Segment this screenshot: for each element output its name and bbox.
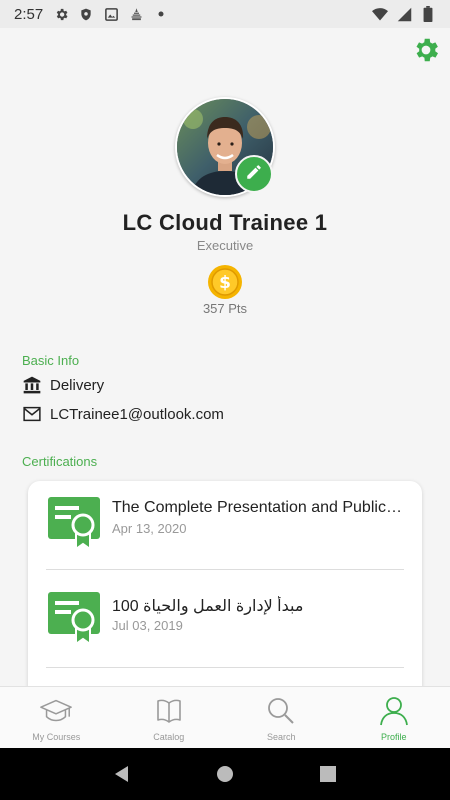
dot-icon bbox=[153, 6, 169, 22]
graduation-cap-icon bbox=[39, 696, 73, 726]
certifications-card: The Complete Presentation and Public Spe… bbox=[28, 481, 422, 711]
mail-icon bbox=[22, 404, 42, 424]
nav-label: Catalog bbox=[153, 732, 185, 742]
email-text: LCTrainee1@outlook.com bbox=[50, 405, 224, 423]
edit-avatar-button[interactable] bbox=[235, 155, 273, 193]
bottom-nav: My Courses Catalog Search Profile bbox=[0, 686, 450, 748]
back-icon[interactable] bbox=[110, 762, 134, 786]
department-text: Delivery bbox=[50, 376, 105, 394]
nav-my-courses[interactable]: My Courses bbox=[0, 687, 113, 748]
divider bbox=[46, 569, 404, 570]
battery-icon bbox=[420, 6, 436, 22]
signal-icon bbox=[396, 6, 412, 22]
nav-profile[interactable]: Profile bbox=[338, 687, 450, 748]
wifi-icon bbox=[372, 6, 388, 22]
nav-catalog[interactable]: Catalog bbox=[113, 687, 226, 748]
person-icon bbox=[377, 696, 411, 726]
system-nav-bar bbox=[0, 748, 450, 800]
certifications-label: Certifications bbox=[22, 454, 98, 469]
settings-button[interactable] bbox=[410, 36, 442, 68]
basic-info-label: Basic Info bbox=[22, 353, 80, 368]
certificate-icon bbox=[46, 590, 102, 646]
nav-label: My Courses bbox=[32, 732, 81, 742]
image-icon bbox=[103, 6, 119, 22]
status-system-icons bbox=[372, 6, 436, 22]
list-item[interactable]: 100 مبدأ لإدارة العمل والحياة Jul 03, 20… bbox=[28, 578, 422, 674]
coin-icon: $ bbox=[207, 264, 243, 300]
points-value: 357 Pts bbox=[202, 301, 248, 316]
department-row: Delivery bbox=[22, 375, 104, 395]
status-time: 2:57 bbox=[14, 5, 44, 23]
nav-label: Search bbox=[266, 732, 296, 742]
home-icon[interactable] bbox=[213, 762, 237, 786]
profile-role: Executive bbox=[196, 238, 254, 253]
pencil-icon bbox=[245, 163, 263, 186]
recents-icon[interactable] bbox=[316, 762, 340, 786]
nav-search[interactable]: Search bbox=[225, 687, 338, 748]
bank-icon bbox=[22, 375, 42, 395]
search-icon bbox=[264, 696, 298, 726]
nav-label: Profile bbox=[380, 732, 407, 742]
status-notification-icons bbox=[53, 6, 169, 22]
shield-icon bbox=[78, 6, 94, 22]
coin-symbol: $ bbox=[219, 273, 231, 293]
profile-avatar-container bbox=[175, 97, 275, 197]
list-item[interactable]: The Complete Presentation and Public Spe… bbox=[28, 481, 422, 577]
profile-name: LC Cloud Trainee 1 bbox=[122, 210, 328, 235]
email-row: LCTrainee1@outlook.com bbox=[22, 404, 224, 424]
temple-icon bbox=[128, 6, 144, 22]
certificate-icon bbox=[46, 495, 102, 551]
gear-icon bbox=[53, 6, 69, 22]
certificate-date: Jul 03, 2019 bbox=[112, 618, 183, 633]
certificate-date: Apr 13, 2020 bbox=[112, 521, 187, 536]
divider bbox=[46, 667, 404, 668]
certificate-title: 100 مبدأ لإدارة العمل والحياة bbox=[112, 598, 304, 615]
certificate-title: The Complete Presentation and Public Spe… bbox=[112, 499, 404, 516]
book-icon bbox=[152, 696, 186, 726]
gear-icon bbox=[411, 35, 441, 70]
status-bar: 2:57 bbox=[0, 0, 450, 28]
